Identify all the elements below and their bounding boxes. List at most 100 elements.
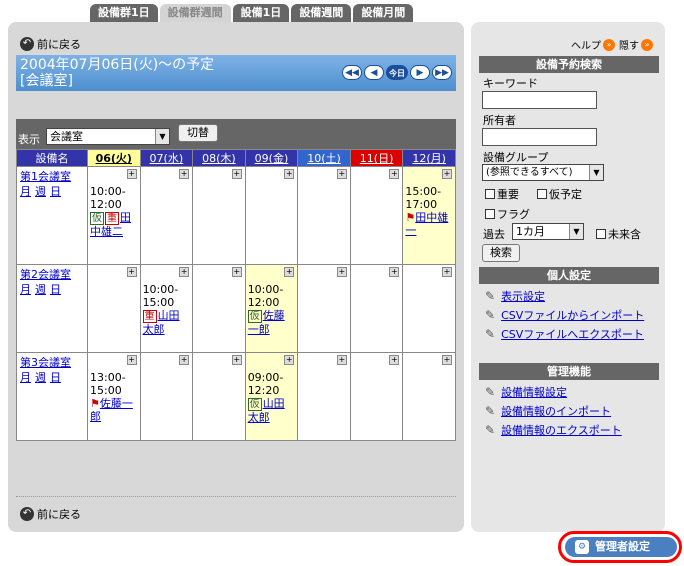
help-arrow-icon[interactable]: » xyxy=(603,38,615,51)
add-event-icon[interactable]: + xyxy=(389,355,400,365)
tentative-checkbox[interactable] xyxy=(537,189,547,199)
day-cell[interactable]: + xyxy=(87,264,141,353)
facility-view-link[interactable]: 日 xyxy=(50,371,61,384)
past-select[interactable]: 1カ月 ▼ xyxy=(512,223,584,240)
day-cell[interactable]: +15:00-17:00 ⚑田中雄一 xyxy=(402,166,456,265)
prev-day-button[interactable]: ◀ xyxy=(364,65,384,80)
help-link[interactable]: ヘルプ xyxy=(571,37,601,52)
menu-item-facility-import[interactable]: ✎ 設備情報のインポート xyxy=(485,403,611,419)
menu-item-csv-export[interactable]: ✎ CSVファイルへエクスポート xyxy=(485,326,644,342)
switch-button[interactable]: 切替 xyxy=(178,124,218,142)
day-header-link[interactable]: 09(金) xyxy=(255,152,289,165)
event-item[interactable]: 09:00-12:20 仮山田太郎 xyxy=(245,353,298,440)
tab-facility-month[interactable]: 設備月間 xyxy=(353,4,414,22)
include-future-option[interactable]: 未来含 xyxy=(596,226,641,242)
add-event-icon[interactable]: + xyxy=(442,169,452,179)
facility-view-link[interactable]: 週 xyxy=(35,371,46,384)
add-event-icon[interactable]: + xyxy=(179,267,190,277)
facility-view-link[interactable]: 週 xyxy=(35,185,46,198)
event-item[interactable]: 10:00-15:00 重山田太郎 xyxy=(141,265,193,352)
add-event-icon[interactable]: + xyxy=(231,267,242,277)
day-cell[interactable]: + xyxy=(192,264,246,353)
add-event-icon[interactable]: + xyxy=(126,267,137,277)
important-option[interactable]: 重要 xyxy=(485,186,519,202)
owner-input[interactable] xyxy=(482,128,597,146)
day-header-link[interactable]: 07(水) xyxy=(150,152,184,165)
tentative-option[interactable]: 仮予定 xyxy=(537,186,582,202)
add-event-icon[interactable]: + xyxy=(284,355,295,365)
add-event-icon[interactable]: + xyxy=(231,355,242,365)
facility-view-link[interactable]: 日 xyxy=(50,283,61,296)
facility-view-link[interactable]: 日 xyxy=(50,185,61,198)
add-event-icon[interactable]: + xyxy=(179,355,190,365)
add-event-icon[interactable]: + xyxy=(389,267,400,277)
next-week-button[interactable]: ▶▶ xyxy=(432,65,452,80)
day-cell[interactable]: +13:00-15:00 ⚑佐藤一郎 xyxy=(87,352,141,441)
day-cell[interactable]: + xyxy=(349,166,404,265)
hide-link[interactable]: 隠す xyxy=(619,37,639,52)
add-event-icon[interactable]: + xyxy=(442,267,452,277)
add-event-icon[interactable]: + xyxy=(284,169,295,179)
hide-arrow-icon[interactable]: » xyxy=(641,38,653,51)
today-button[interactable]: 今日 xyxy=(386,65,408,80)
menu-item-csv-import[interactable]: ✎ CSVファイルからインポート xyxy=(485,307,644,323)
event-item[interactable]: 13:00-15:00 ⚑佐藤一郎 xyxy=(88,353,140,440)
csv-import-link[interactable]: CSVファイルからインポート xyxy=(501,307,644,323)
add-event-icon[interactable]: + xyxy=(179,169,190,179)
tab-facility-week[interactable]: 設備週間 xyxy=(291,4,352,22)
facility-view-link[interactable]: 月 xyxy=(20,371,31,384)
menu-item-facility-settings[interactable]: ✎ 設備情報設定 xyxy=(485,384,567,400)
facility-import-link[interactable]: 設備情報のインポート xyxy=(501,403,611,419)
day-header-link[interactable]: 10(土) xyxy=(307,152,341,165)
add-event-icon[interactable]: + xyxy=(126,169,137,179)
day-cell[interactable]: +09:00-12:20 仮山田太郎 xyxy=(244,352,299,441)
facility-view-link[interactable]: 週 xyxy=(35,283,46,296)
day-cell[interactable]: + xyxy=(139,352,194,441)
day-cell[interactable]: +10:00-12:00 仮佐藤一郎 xyxy=(244,264,299,353)
prev-week-button[interactable]: ◀◀ xyxy=(342,65,362,80)
event-item[interactable]: 10:00-12:00 仮佐藤一郎 xyxy=(245,265,298,352)
next-day-button[interactable]: ▶ xyxy=(410,65,430,80)
facility-settings-link[interactable]: 設備情報設定 xyxy=(501,384,567,400)
event-item[interactable]: 15:00-17:00 ⚑田中雄一 xyxy=(403,167,455,264)
menu-item-display-settings[interactable]: ✎ 表示設定 xyxy=(485,288,545,304)
day-cell[interactable]: + xyxy=(402,264,456,353)
back-link-bottom[interactable]: ↶ 前に戻る xyxy=(20,506,81,522)
day-header-link[interactable]: 06(火) xyxy=(96,152,132,165)
day-cell[interactable]: + xyxy=(297,264,351,353)
day-cell[interactable]: + xyxy=(349,352,404,441)
tab-group-week[interactable]: 設備群週間 xyxy=(159,4,231,22)
day-cell[interactable]: + xyxy=(244,166,299,265)
day-cell[interactable]: + xyxy=(297,166,351,265)
tab-facility-day[interactable]: 設備1日 xyxy=(232,4,290,22)
add-event-icon[interactable]: + xyxy=(231,169,242,179)
add-event-icon[interactable]: + xyxy=(389,169,400,179)
add-event-icon[interactable]: + xyxy=(442,355,452,365)
day-header-link[interactable]: 12(月) xyxy=(412,152,446,165)
day-header-link[interactable]: 11(日) xyxy=(360,152,394,165)
add-event-icon[interactable]: + xyxy=(284,267,295,277)
day-cell[interactable]: + xyxy=(297,352,351,441)
group-select[interactable]: (参照できるすべて) ▼ xyxy=(482,164,604,181)
facility-export-link[interactable]: 設備情報のエクスポート xyxy=(501,422,622,438)
day-cell[interactable]: +10:00-12:00 仮重田中雄二 xyxy=(87,166,141,265)
add-event-icon[interactable]: + xyxy=(336,267,347,277)
day-cell[interactable]: + xyxy=(349,264,404,353)
search-button[interactable]: 検索 xyxy=(482,244,520,262)
important-checkbox[interactable] xyxy=(485,189,495,199)
menu-item-facility-export[interactable]: ✎ 設備情報のエクスポート xyxy=(485,422,622,438)
facility-name-link[interactable]: 第1会議室 xyxy=(20,170,71,183)
event-item[interactable]: 10:00-12:00 仮重田中雄二 xyxy=(88,167,140,264)
csv-export-link[interactable]: CSVファイルへエクスポート xyxy=(501,326,644,342)
day-cell[interactable]: +10:00-15:00 重山田太郎 xyxy=(139,264,194,353)
day-cell[interactable]: + xyxy=(139,166,194,265)
facility-name-link[interactable]: 第2会議室 xyxy=(20,268,71,281)
flag-option[interactable]: フラグ xyxy=(485,206,530,222)
add-event-icon[interactable]: + xyxy=(336,169,347,179)
back-link-top[interactable]: ↶ 前に戻る xyxy=(20,36,81,52)
day-cell[interactable]: + xyxy=(192,166,246,265)
facility-name-link[interactable]: 第3会議室 xyxy=(20,356,71,369)
keyword-input[interactable] xyxy=(482,91,597,109)
day-cell[interactable]: + xyxy=(192,352,246,441)
facility-view-link[interactable]: 月 xyxy=(20,283,31,296)
